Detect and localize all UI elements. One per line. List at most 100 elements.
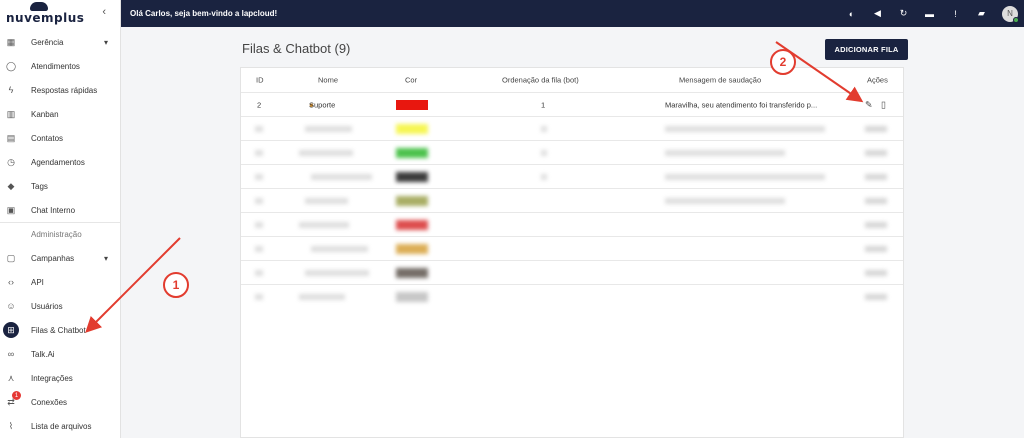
table-row[interactable] (241, 140, 903, 164)
sidebar-item-filas-chatbot[interactable]: ⊞ Filas & Chatbot (0, 318, 120, 342)
sidebar-item-chat-interno[interactable]: ▣ Chat Interno (0, 198, 120, 222)
chevron-left-icon[interactable]: ‹ (102, 6, 106, 18)
row-color-swatch (396, 219, 428, 230)
sidebar-nav-admin: ▢ Campanhas ▾ ‹› API ☺ Usuários ⊞ Filas & Chatbo… (0, 246, 120, 438)
row-name-text: Suporte (309, 100, 336, 109)
cloud-logo-icon (30, 2, 48, 11)
blurred-actions (865, 173, 887, 180)
topbar-actions: ◐ ◀ ↻ ▬! ▰ N (846, 0, 1019, 27)
table-row[interactable] (241, 164, 903, 188)
theme-icon[interactable]: ◐ (846, 8, 857, 19)
alert-icon[interactable]: ! (950, 8, 961, 19)
sidebar-item-label: Kanban (31, 109, 59, 119)
col-id[interactable]: ID (256, 76, 264, 85)
table-row[interactable] (241, 188, 903, 212)
message-icon[interactable]: ▬ (924, 8, 935, 19)
blurred-name (299, 149, 353, 156)
sidebar-item-label: Chat Interno (31, 205, 76, 215)
users-icon: ☺ (6, 301, 16, 311)
table-row[interactable] (241, 284, 903, 308)
sidebar-item-atendimentos[interactable]: ◯ Atendimentos (0, 54, 120, 78)
chevron-down-icon[interactable]: ▾ (104, 38, 108, 47)
sidebar-item-agendamentos[interactable]: ◷ Agendamentos (0, 150, 120, 174)
blurred-id (255, 149, 263, 156)
sidebar-item-conex-es[interactable]: ⇄ 1 Conexões (0, 390, 120, 414)
sidebar-item-label: Gerência (31, 37, 64, 47)
col-color[interactable]: Cor (405, 76, 417, 85)
annotation-marker-1: 1 (163, 272, 189, 298)
col-name[interactable]: Nome (318, 76, 338, 85)
sidebar-item-kanban[interactable]: ▥ Kanban (0, 102, 120, 126)
blurred-id (255, 197, 263, 204)
sidebar-item-label: Lista de arquivos (31, 421, 92, 431)
avatar-initial: N (1007, 9, 1013, 18)
sidebar-item-label: Integrações (31, 373, 73, 383)
bolt-icon: ϟ (8, 85, 14, 95)
logo: nuvemplus ‹ (0, 0, 120, 30)
blurred-actions (865, 149, 887, 156)
blurred-order (541, 125, 547, 132)
annotation-marker-2: 2 (770, 49, 796, 75)
paperclip-icon: ⌇ (8, 420, 14, 431)
table-row[interactable] (241, 116, 903, 140)
integration-icon: ⋏ (7, 372, 15, 383)
refresh-icon[interactable]: ↻ (898, 8, 909, 19)
col-order[interactable]: Ordenação da fila (bot) (502, 76, 579, 85)
sidebar-item-label: Atendimentos (31, 61, 80, 71)
sidebar-item-label: Agendamentos (31, 157, 85, 167)
col-greeting[interactable]: Mensagem de saudação (679, 76, 761, 85)
avatar[interactable]: N (1002, 5, 1019, 23)
sidebar-item-lista-de-arquivos[interactable]: ⌇ Lista de arquivos (0, 414, 120, 438)
blurred-greeting (665, 197, 785, 204)
add-queue-button[interactable]: ADICIONAR FILA (825, 39, 908, 60)
tag-icon: ◆ (7, 180, 15, 191)
row-color-swatch (396, 267, 428, 278)
flow-icon: ⊞ (3, 322, 19, 338)
sidebar-item-integra-es[interactable]: ⋏ Integrações (0, 366, 120, 390)
chevron-down-icon[interactable]: ▾ (104, 254, 108, 263)
clock-icon: ◷ (7, 156, 15, 167)
delete-icon[interactable]: ▯ (881, 99, 886, 110)
page-title: Filas & Chatbot (9) (242, 41, 351, 56)
online-status-dot (1013, 16, 1019, 23)
blurred-name (299, 221, 349, 228)
blurred-name (311, 173, 372, 180)
welcome-message: Olá Carlos, seja bem-vindo a lapcloud! (130, 9, 278, 18)
infinity-icon: ∞ (7, 349, 15, 359)
table-row[interactable] (241, 236, 903, 260)
queues-table: ID Nome Cor Ordenação da fila (bot) Mens… (240, 67, 904, 438)
sidebar-item-campanhas[interactable]: ▢ Campanhas ▾ (0, 246, 120, 270)
table-row[interactable] (241, 212, 903, 236)
sidebar-item-api[interactable]: ‹› API (0, 270, 120, 294)
sidebar-item-contatos[interactable]: ▤ Contatos (0, 126, 120, 150)
topbar: Olá Carlos, seja bem-vindo a lapcloud! ◐… (121, 0, 1024, 27)
chat-icon: ▣ (6, 204, 16, 215)
sidebar-item-ger-ncia[interactable]: ▦ Gerência ▾ (0, 30, 120, 54)
table-row[interactable]: 2 ● Suporte 1 Maravilha, seu atendimento foi… (241, 92, 903, 116)
blurred-name (299, 293, 345, 300)
blurred-id (255, 221, 263, 228)
blurred-id (255, 173, 263, 180)
sidebar-item-tags[interactable]: ◆ Tags (0, 174, 120, 198)
row-color-swatch (396, 243, 428, 254)
kanban-icon: ▥ (6, 108, 16, 119)
sidebar-item-label: Tags (31, 181, 48, 191)
chat-icon[interactable]: ▰ (976, 8, 987, 19)
blurred-actions (865, 269, 887, 276)
blurred-greeting (665, 173, 825, 180)
row-color-swatch (396, 99, 428, 110)
sidebar-item-usu-rios[interactable]: ☺ Usuários (0, 294, 120, 318)
volume-icon[interactable]: ◀ (872, 8, 883, 19)
table-row[interactable] (241, 260, 903, 284)
sidebar-item-talk-ai[interactable]: ∞ Talk.Ai (0, 342, 120, 366)
sidebar-item-respostas-r-pidas[interactable]: ϟ Respostas rápidas (0, 78, 120, 102)
blurred-greeting (665, 125, 825, 132)
sidebar-item-label: Conexões (31, 397, 68, 407)
whatsapp-icon: ◯ (5, 60, 17, 71)
row-color-swatch (396, 195, 428, 206)
blurred-name (305, 125, 352, 132)
edit-icon[interactable]: ✎ (865, 99, 873, 110)
blurred-order (541, 173, 547, 180)
row-color-swatch (396, 291, 428, 302)
sidebar-item-label: Talk.Ai (31, 349, 55, 359)
